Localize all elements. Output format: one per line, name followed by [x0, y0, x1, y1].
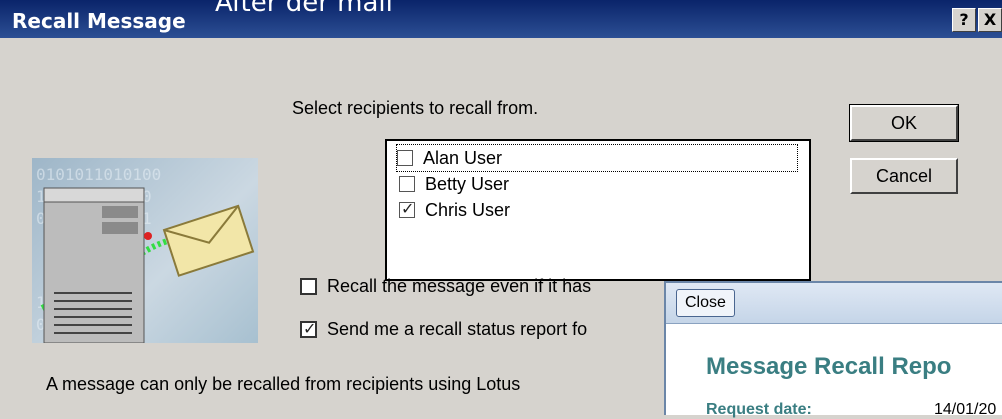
recipient-row-betty[interactable]: Betty User — [399, 171, 509, 197]
report-title: Message Recall Repo — [706, 353, 952, 380]
recipient-checkbox[interactable] — [399, 176, 415, 192]
recipient-name: Chris User — [425, 199, 511, 220]
option-label: Recall the message even if it has — [327, 276, 592, 296]
mail-server-graphic: 0101011010100 110101101110 010001010101 … — [36, 165, 255, 343]
recipients-prompt: Select recipients to recall from. — [292, 98, 539, 118]
recipients-list[interactable]: Alan User Betty User Chris User — [385, 139, 811, 281]
status-report-option[interactable]: Send me a recall status report fo — [300, 319, 587, 340]
request-date-value: 14/01/20 — [934, 401, 997, 418]
recipient-name: Alan User — [423, 147, 503, 168]
recall-even-if-read-option[interactable]: Recall the message even if it has — [300, 276, 591, 297]
cancel-button[interactable]: Cancel — [850, 158, 958, 194]
close-window-button[interactable]: X — [978, 8, 1002, 32]
recall-report-window: Close Message Recall Repo Request date: … — [664, 281, 1002, 418]
option-label: Send me a recall status report fo — [327, 319, 588, 339]
recall-even-if-read-checkbox[interactable] — [300, 278, 317, 295]
recipient-name: Betty User — [425, 173, 510, 194]
overlay-caption: After der mail — [215, 0, 393, 18]
help-button[interactable]: ? — [952, 8, 976, 32]
request-date-label: Request date: — [706, 401, 812, 418]
mail-server-illustration: 0101011010100 110101101110 010001010101 … — [32, 158, 258, 343]
window-title: Recall Message — [12, 9, 186, 33]
recipient-checkbox[interactable] — [399, 199, 415, 218]
status-report-checkbox[interactable] — [300, 319, 317, 338]
footer-note: A message can only be recalled from reci… — [46, 374, 521, 394]
ok-button[interactable]: OK — [849, 104, 959, 142]
recipient-row-chris[interactable]: Chris User — [399, 197, 510, 223]
recipient-row-alan[interactable]: Alan User — [396, 144, 798, 172]
recipient-checkbox[interactable] — [397, 150, 413, 166]
report-close-button[interactable]: Close — [676, 289, 735, 317]
title-bar: Recall Message After der mail ? X — [0, 0, 1002, 38]
report-toolbar: Close — [666, 283, 1002, 324]
svg-text:0101011010100: 0101011010100 — [36, 165, 161, 184]
